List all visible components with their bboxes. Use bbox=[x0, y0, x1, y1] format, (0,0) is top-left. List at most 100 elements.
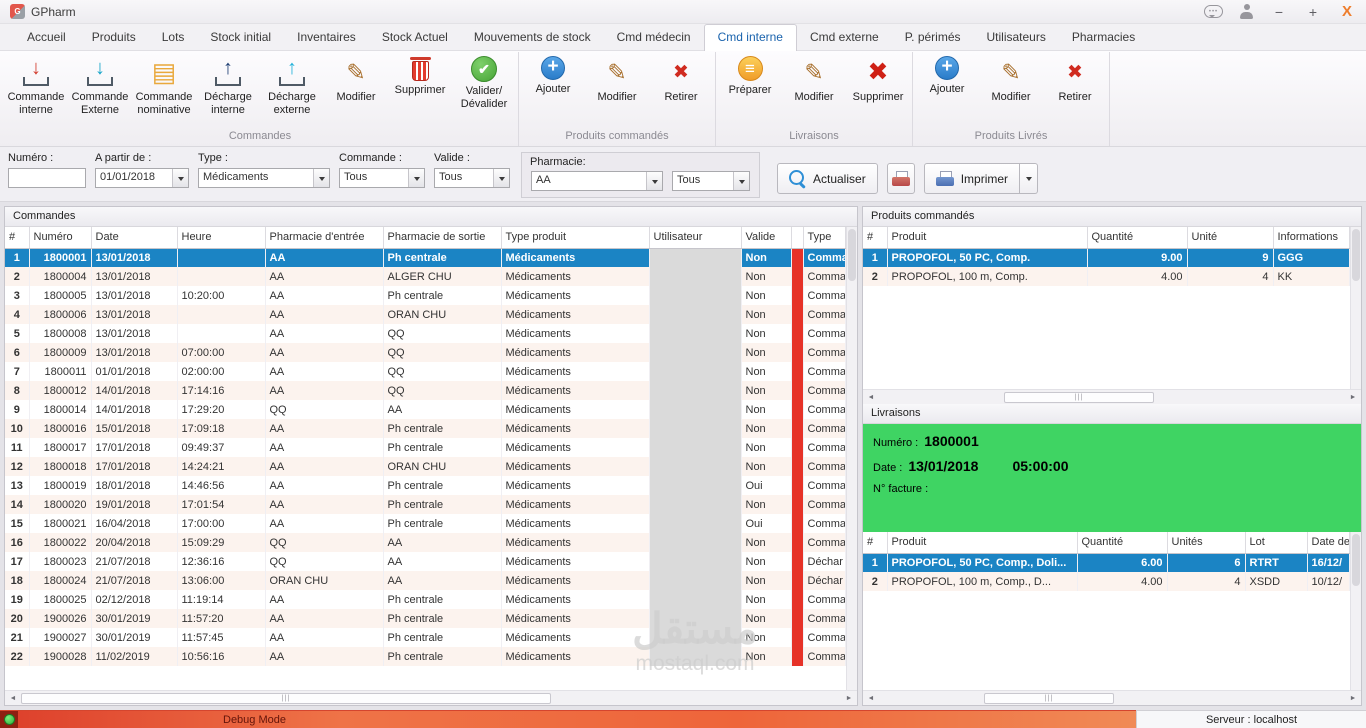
vertical-scrollbar[interactable] bbox=[845, 227, 857, 690]
pharmacie-select[interactable]: AA bbox=[531, 171, 663, 191]
close-button[interactable]: X bbox=[1338, 3, 1356, 20]
chat-icon[interactable] bbox=[1204, 5, 1223, 18]
column-header[interactable] bbox=[791, 227, 804, 249]
table-row[interactable]: 19 1800025 02/12/2018 11:19:14 AA Ph cen… bbox=[5, 590, 846, 609]
from-date-select[interactable]: 01/01/2018 bbox=[95, 168, 189, 188]
numero-input[interactable] bbox=[8, 168, 86, 188]
ribbon-button-ajouter-produit-commande[interactable]: Ajouter bbox=[521, 52, 585, 98]
column-header[interactable]: Produit bbox=[887, 532, 1078, 554]
column-header[interactable]: Pharmacie d'entrée bbox=[265, 227, 384, 249]
table-row[interactable]: 14 1800020 19/01/2018 17:01:54 AA Ph cen… bbox=[5, 495, 846, 514]
tab-mouvements-de-stock[interactable]: Mouvements de stock bbox=[461, 25, 604, 50]
column-header[interactable]: Quantité bbox=[1087, 227, 1188, 249]
column-header[interactable]: Heure bbox=[177, 227, 266, 249]
column-header[interactable]: Date de bbox=[1307, 532, 1350, 554]
ribbon-button-commande-externe[interactable]: Commande Externe bbox=[68, 52, 132, 119]
imprimer-dropdown-button[interactable] bbox=[1020, 163, 1039, 194]
minimize-button[interactable]: − bbox=[1270, 4, 1288, 20]
table-row[interactable]: 2 PROPOFOL, 100 m, Comp. 4.00 4 KK bbox=[863, 267, 1350, 286]
scrollbar-thumb[interactable] bbox=[21, 692, 551, 704]
column-header[interactable]: Pharmacie de sortie bbox=[383, 227, 502, 249]
table-row[interactable]: 16 1800022 20/04/2018 15:09:29 QQ AA Méd… bbox=[5, 533, 846, 552]
column-header[interactable]: Unité bbox=[1187, 227, 1274, 249]
ribbon-button-valider-devalider[interactable]: Valider/ Dévalider bbox=[452, 52, 516, 113]
pharmacie-filter-select[interactable]: Tous bbox=[672, 171, 750, 191]
table-row[interactable]: 2 1800004 13/01/2018 AA ALGER CHU Médica… bbox=[5, 267, 846, 286]
table-row[interactable]: 12 1800018 17/01/2018 14:24:21 AA ORAN C… bbox=[5, 457, 846, 476]
table-row[interactable]: 4 1800006 13/01/2018 AA ORAN CHU Médicam… bbox=[5, 305, 846, 324]
table-row[interactable]: 15 1800021 16/04/2018 17:00:00 AA Ph cen… bbox=[5, 514, 846, 533]
ribbon-button-retirer-produit-livre[interactable]: Retirer bbox=[1043, 52, 1107, 106]
tab-utilisateurs[interactable]: Utilisateurs bbox=[974, 25, 1059, 50]
table-row[interactable]: 7 1800011 01/01/2018 02:00:00 AA QQ Médi… bbox=[5, 362, 846, 381]
chevron-down-icon[interactable] bbox=[172, 169, 188, 187]
table-row[interactable]: 1 PROPOFOL, 50 PC, Comp., Doli... 6.00 6… bbox=[863, 553, 1350, 572]
scrollbar-thumb[interactable] bbox=[1352, 534, 1360, 586]
ribbon-button-modifier-produit-livre[interactable]: Modifier bbox=[979, 52, 1043, 106]
scroll-left-icon[interactable] bbox=[7, 695, 19, 702]
column-header[interactable]: Type bbox=[803, 227, 846, 249]
chevron-down-icon[interactable] bbox=[313, 169, 329, 187]
print-settings-button[interactable] bbox=[886, 163, 915, 194]
table-row[interactable]: 17 1800023 21/07/2018 12:36:16 QQ AA Méd… bbox=[5, 552, 846, 571]
chevron-down-icon[interactable] bbox=[493, 169, 509, 187]
column-header[interactable]: Quantité bbox=[1077, 532, 1168, 554]
column-header[interactable]: Informations bbox=[1273, 227, 1350, 249]
user-account-icon[interactable] bbox=[1239, 4, 1254, 19]
scroll-right-icon[interactable] bbox=[1347, 695, 1359, 702]
table-row[interactable]: 21 1900027 30/01/2019 11:57:45 AA Ph cen… bbox=[5, 628, 846, 647]
column-header[interactable]: Unités bbox=[1167, 532, 1246, 554]
scrollbar-thumb[interactable] bbox=[984, 692, 1114, 704]
tab-p-perimes[interactable]: P. périmés bbox=[892, 25, 974, 50]
type-select[interactable]: Médicaments bbox=[198, 168, 330, 188]
column-header[interactable]: # bbox=[863, 227, 888, 249]
ribbon-button-decharge-externe[interactable]: Décharge externe bbox=[260, 52, 324, 119]
chevron-down-icon[interactable] bbox=[646, 172, 662, 190]
column-header[interactable]: Utilisateur bbox=[649, 227, 742, 249]
column-header[interactable]: # bbox=[5, 227, 30, 249]
table-row[interactable]: 3 1800005 13/01/2018 10:20:00 AA Ph cent… bbox=[5, 286, 846, 305]
vertical-scrollbar[interactable] bbox=[1349, 227, 1361, 389]
tab-accueil[interactable]: Accueil bbox=[14, 25, 79, 50]
table-row[interactable]: 9 1800014 14/01/2018 17:29:20 QQ AA Médi… bbox=[5, 400, 846, 419]
tab-stock-actuel[interactable]: Stock Actuel bbox=[369, 25, 461, 50]
table-row[interactable]: 13 1800019 18/01/2018 14:46:56 AA Ph cen… bbox=[5, 476, 846, 495]
tab-cmd-interne[interactable]: Cmd interne bbox=[703, 24, 797, 51]
table-row[interactable]: 1 1800001 13/01/2018 AA Ph centrale Médi… bbox=[5, 248, 846, 267]
column-header[interactable]: Type produit bbox=[501, 227, 650, 249]
table-row[interactable]: 6 1800009 13/01/2018 07:00:00 AA QQ Médi… bbox=[5, 343, 846, 362]
tab-cmd-medecin[interactable]: Cmd médecin bbox=[604, 25, 704, 50]
scroll-left-icon[interactable] bbox=[865, 394, 877, 401]
ribbon-button-supprimer-commande[interactable]: Supprimer bbox=[388, 52, 452, 99]
horizontal-scrollbar[interactable] bbox=[863, 389, 1361, 404]
table-row[interactable]: 11 1800017 17/01/2018 09:49:37 AA Ph cen… bbox=[5, 438, 846, 457]
table-row[interactable]: 8 1800012 14/01/2018 17:14:16 AA QQ Médi… bbox=[5, 381, 846, 400]
table-row[interactable]: 10 1800016 15/01/2018 17:09:18 AA Ph cen… bbox=[5, 419, 846, 438]
ribbon-button-modifier-commande[interactable]: Modifier bbox=[324, 52, 388, 106]
ribbon-button-decharge-interne[interactable]: Décharge interne bbox=[196, 52, 260, 119]
valide-select[interactable]: Tous bbox=[434, 168, 510, 188]
scroll-left-icon[interactable] bbox=[865, 695, 877, 702]
horizontal-scrollbar[interactable] bbox=[863, 690, 1361, 705]
table-row[interactable]: 22 1900028 11/02/2019 10:56:16 AA Ph cen… bbox=[5, 647, 846, 666]
tab-cmd-externe[interactable]: Cmd externe bbox=[797, 25, 892, 50]
horizontal-scrollbar[interactable] bbox=[5, 690, 857, 705]
column-header[interactable]: Produit bbox=[887, 227, 1088, 249]
imprimer-button[interactable]: Imprimer bbox=[923, 163, 1021, 194]
scrollbar-thumb[interactable] bbox=[848, 229, 856, 281]
column-header[interactable]: Valide bbox=[741, 227, 792, 249]
ribbon-button-modifier-produit-commande[interactable]: Modifier bbox=[585, 52, 649, 106]
column-header[interactable]: Date bbox=[91, 227, 178, 249]
tab-pharmacies[interactable]: Pharmacies bbox=[1059, 25, 1148, 50]
tab-stock-initial[interactable]: Stock initial bbox=[197, 25, 284, 50]
actualiser-button[interactable]: Actualiser bbox=[777, 163, 878, 194]
table-row[interactable]: 2 PROPOFOL, 100 m, Comp., D... 4.00 4 XS… bbox=[863, 572, 1350, 591]
tab-produits[interactable]: Produits bbox=[79, 25, 149, 50]
ribbon-button-commande-interne[interactable]: Commande interne bbox=[4, 52, 68, 119]
chevron-down-icon[interactable] bbox=[408, 169, 424, 187]
vertical-scrollbar[interactable] bbox=[1349, 532, 1361, 690]
scrollbar-thumb[interactable] bbox=[1004, 391, 1154, 403]
tab-inventaires[interactable]: Inventaires bbox=[284, 25, 369, 50]
ribbon-button-ajouter-produit-livre[interactable]: Ajouter bbox=[915, 52, 979, 98]
table-row[interactable]: 1 PROPOFOL, 50 PC, Comp. 9.00 9 GGG bbox=[863, 248, 1350, 267]
